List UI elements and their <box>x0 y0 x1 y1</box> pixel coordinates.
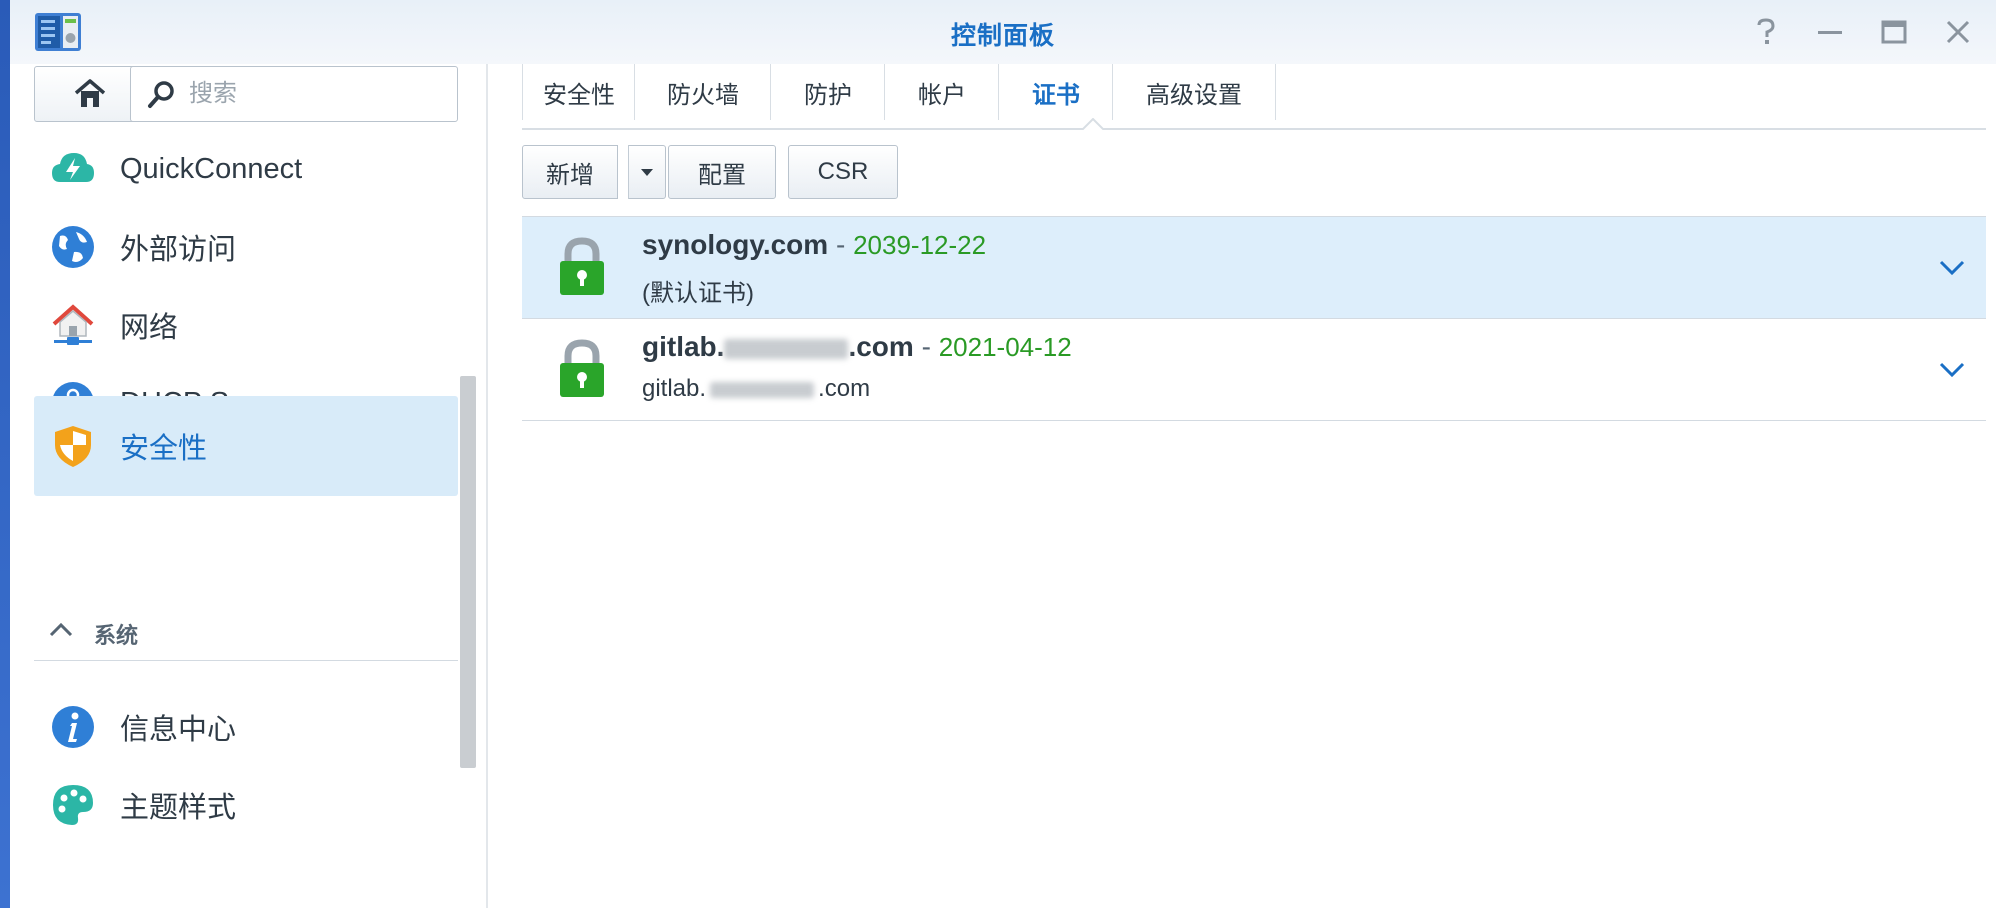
shield-icon <box>55 426 91 467</box>
sidebar-item-label: 信息中心 <box>120 714 237 746</box>
globe-icon <box>52 226 94 268</box>
maximize-icon <box>1881 20 1907 44</box>
tab-firewall[interactable]: 防火墙 <box>634 64 771 120</box>
redacted-text <box>710 381 815 398</box>
certificate-row[interactable]: synology.com - 2039-12-22 (默认证书) <box>522 217 1986 319</box>
pane-divider <box>486 64 488 908</box>
minimize-icon <box>1818 31 1842 34</box>
sidebar-item-label: QuickConnect <box>120 152 303 185</box>
certificate-title: synology.com - 2039-12-22 <box>642 229 986 261</box>
desktop-edge <box>0 0 10 908</box>
sidebar: QuickConnect 外部访问 网络 <box>10 64 470 908</box>
section-header-system[interactable]: 系统 <box>34 604 458 661</box>
certificate-name-suffix: .com <box>848 331 914 362</box>
search-field[interactable] <box>130 66 458 122</box>
caret-down-icon <box>641 169 653 176</box>
sidebar-item-label: 外部访问 <box>120 234 237 266</box>
lock-icon <box>560 339 604 397</box>
quickconnect-cloud-icon <box>52 153 94 182</box>
certificate-list: synology.com - 2039-12-22 (默认证书) gitlab.… <box>522 216 1986 421</box>
sidebar-item-security[interactable]: 安全性 <box>34 396 458 496</box>
certificate-name: synology.com <box>642 229 829 260</box>
control-panel-window: 控制面板 搜索 QuickConnect 外部访问 网络 安全性 系统 信息中心… <box>10 0 1996 908</box>
search-icon <box>148 81 174 108</box>
close-button[interactable] <box>1940 14 1976 50</box>
title-bar: 控制面板 <box>10 0 1996 64</box>
lock-icon <box>560 237 604 295</box>
certificate-name-prefix: gitlab. <box>642 331 725 362</box>
palette-icon <box>53 785 93 825</box>
sidebar-item-theme[interactable]: 主题样式 <box>34 756 458 854</box>
certificate-subtitle-prefix: gitlab. <box>642 375 707 402</box>
tab-security[interactable]: 安全性 <box>522 64 635 120</box>
sidebar-item-label: 网络 <box>120 312 179 344</box>
tab-account[interactable]: 帐户 <box>884 64 999 120</box>
tab-protection[interactable]: 防护 <box>770 64 885 120</box>
certificate-subtitle: gitlab. .com <box>642 375 870 403</box>
chevron-down-icon[interactable] <box>1938 255 1966 279</box>
sidebar-item-label: 主题样式 <box>120 792 237 824</box>
add-dropdown-button[interactable] <box>628 145 666 199</box>
minimize-button[interactable] <box>1812 14 1848 50</box>
section-header-label: 系统 <box>94 623 139 648</box>
search-input[interactable] <box>187 79 441 109</box>
sidebar-scrollbar[interactable] <box>460 376 476 768</box>
tab-bar: 安全性 防火墙 防护 帐户 证书 高级设置 <box>522 64 1986 130</box>
certificate-expiry: 2021-04-12 <box>938 332 1072 362</box>
certificate-separator: - <box>828 229 854 260</box>
tab-certificate[interactable]: 证书 <box>998 64 1113 120</box>
redacted-text <box>724 338 849 359</box>
chevron-down-icon[interactable] <box>1938 357 1966 381</box>
window-title: 控制面板 <box>950 22 1055 50</box>
chevron-up-icon <box>49 622 73 637</box>
active-tab-indicator <box>1082 118 1104 130</box>
certificate-title: gitlab. .com - 2021-04-12 <box>642 331 1072 363</box>
tab-advanced-settings[interactable]: 高级设置 <box>1112 64 1276 120</box>
maximize-button[interactable] <box>1876 14 1912 50</box>
configure-button[interactable]: 配置 <box>668 145 776 199</box>
home-icon <box>74 79 106 107</box>
add-button[interactable]: 新增 <box>522 145 618 199</box>
info-icon <box>52 706 94 748</box>
sidebar-item-label: 安全性 <box>120 433 208 465</box>
certificate-row[interactable]: gitlab. .com - 2021-04-12 gitlab. .com <box>522 319 1986 421</box>
certificate-subtitle-suffix: .com <box>818 375 871 402</box>
csr-button[interactable]: CSR <box>788 145 898 199</box>
close-icon <box>1946 20 1970 44</box>
help-button[interactable] <box>1748 14 1784 50</box>
network-house-icon <box>52 304 94 345</box>
certificate-subtitle: (默认证书) <box>642 280 754 307</box>
certificate-expiry: 2039-12-22 <box>853 230 987 260</box>
certificate-separator: - <box>913 331 939 362</box>
next-item-icon-partial <box>50 900 96 908</box>
help-icon <box>1757 18 1775 44</box>
